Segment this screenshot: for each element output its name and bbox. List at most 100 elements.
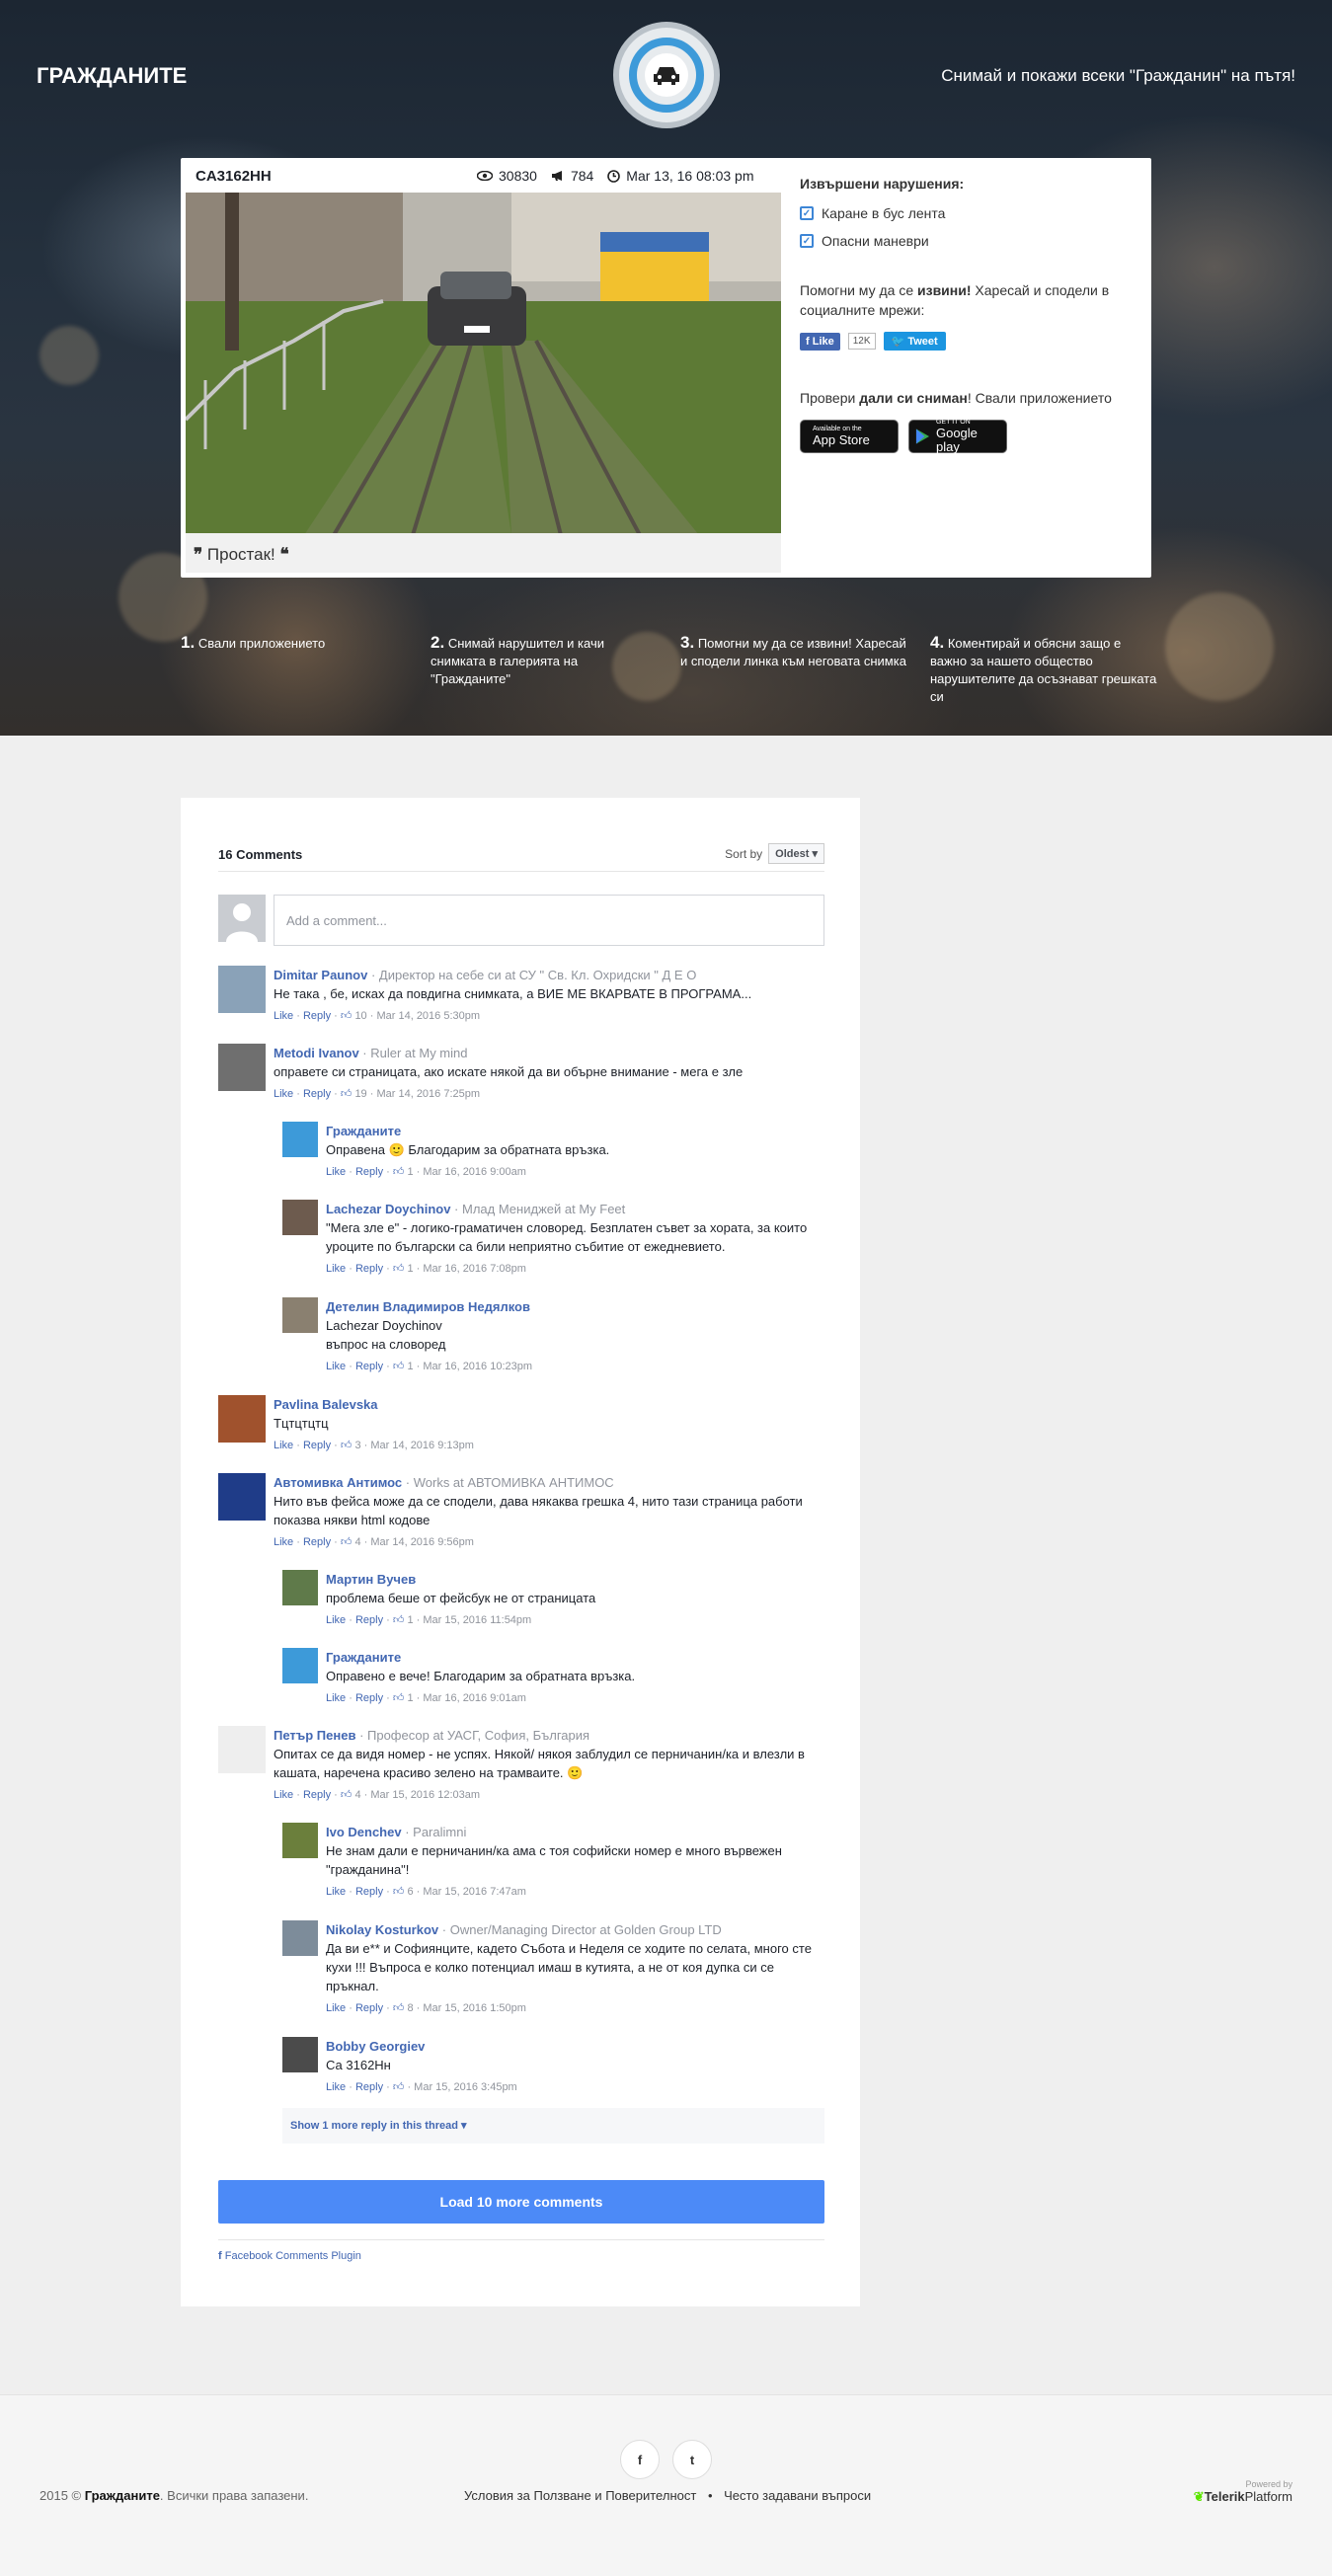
reply-link[interactable]: Reply — [303, 1088, 331, 1100]
commenter-avatar[interactable] — [282, 1570, 318, 1605]
thumbs-up-icon: 👍︎ — [392, 1692, 405, 1704]
reply-link[interactable]: Reply — [355, 2081, 383, 2093]
reply-link[interactable]: Reply — [355, 1166, 383, 1178]
commenter-avatar[interactable] — [282, 1823, 318, 1858]
sort-label: Sort by — [725, 846, 763, 861]
like-link[interactable]: Like — [274, 1789, 293, 1801]
like-link[interactable]: Like — [326, 1886, 346, 1898]
commenter-name[interactable]: Bobby Georgiev — [326, 2039, 425, 2054]
like-link[interactable]: Like — [326, 1614, 346, 1626]
copyright-pre: 2015 © — [39, 2488, 85, 2503]
reply-link[interactable]: Reply — [303, 1010, 331, 1022]
like-link[interactable]: Like — [326, 1263, 346, 1275]
violation-label: Опасни маневри — [822, 233, 929, 249]
facebook-icon: f — [218, 2250, 222, 2262]
show-more-replies-link[interactable]: Show 1 more reply in this thread ▾ — [282, 2108, 824, 2144]
commenter-subtitle: · Paralimni — [401, 1825, 467, 1839]
reply-link[interactable]: Reply — [355, 1886, 383, 1898]
facebook-like-button[interactable]: f Like — [800, 332, 840, 351]
commenter-avatar[interactable] — [282, 1200, 318, 1235]
step-item: 4. Коментирай и обясни защо е важно за н… — [930, 634, 1157, 706]
like-count: 4 — [354, 1536, 361, 1548]
load-more-comments-button[interactable]: Load 10 more comments — [218, 2180, 824, 2224]
step-text: Коментирай и обясни защо е важно за наше… — [930, 636, 1157, 704]
commenter-avatar[interactable] — [218, 1726, 266, 1773]
terms-link[interactable]: Условия за Ползване и Поверителност — [464, 2488, 696, 2503]
commenter-name[interactable]: Мартин Вучев — [326, 1572, 416, 1587]
commenter-name[interactable]: Детелин Владимиров Недялков — [326, 1299, 530, 1314]
like-link[interactable]: Like — [274, 1536, 293, 1548]
commenter-name[interactable]: Автомивка Антимос — [274, 1475, 402, 1490]
comments-header: 16 Comments Sort by Oldest ▾ — [218, 837, 824, 872]
check-text-post: ! Свали приложението — [967, 390, 1112, 406]
comment-meta: Like · Reply · 👍︎ 19 · Mar 14, 2016 7:25… — [274, 1088, 481, 1100]
thumbs-up-icon: 👍︎ — [392, 1361, 405, 1372]
reply-link[interactable]: Reply — [303, 1440, 331, 1451]
commenter-name[interactable]: Dimitar Paunov — [274, 968, 367, 982]
commenter-avatar[interactable] — [282, 1920, 318, 1956]
logo[interactable] — [613, 22, 720, 128]
app-store-button[interactable]: Available on the App Store — [800, 420, 899, 453]
reply-link[interactable]: Reply — [355, 1263, 383, 1275]
commenter-avatar[interactable] — [282, 1297, 318, 1333]
like-count: 1 — [407, 1692, 414, 1704]
like-link[interactable]: Like — [326, 2002, 346, 2014]
comment-meta: Like · Reply · 👍︎ 3 · Mar 14, 2016 9:13p… — [274, 1440, 474, 1451]
checkbox-icon: ✓ — [800, 234, 814, 248]
add-comment-input[interactable]: Add a comment... — [274, 895, 824, 946]
twitter-social-button[interactable]: t — [672, 2440, 712, 2479]
commenter-name[interactable]: Pavlina Balevska — [274, 1397, 378, 1412]
commenter-avatar[interactable] — [218, 1473, 266, 1521]
facebook-social-button[interactable]: f — [620, 2440, 660, 2479]
bokeh-light — [39, 326, 99, 385]
reply-link[interactable]: Reply — [355, 1614, 383, 1626]
like-count: 4 — [354, 1789, 361, 1801]
like-link[interactable]: Like — [326, 1166, 346, 1178]
comment-body: Автомивка Антимос · Works at АВТОМИВКА А… — [274, 1473, 824, 1552]
commenter-name[interactable]: Петър Пенев — [274, 1728, 355, 1743]
commenter-subtitle: · Ruler at My mind — [358, 1046, 468, 1060]
commenter-avatar[interactable] — [282, 1648, 318, 1683]
step-number: 4. — [930, 633, 945, 652]
commenter-avatar[interactable] — [282, 1122, 318, 1157]
sort-control: Sort by Oldest ▾ — [725, 843, 824, 864]
tweet-button[interactable]: 🐦 Tweet — [883, 332, 946, 351]
like-link[interactable]: Like — [326, 1361, 346, 1372]
like-link[interactable]: Like — [326, 1692, 346, 1704]
comment-body: Dimitar Paunov · Директор на себе си at … — [274, 966, 824, 1026]
commenter-name[interactable]: Гражданите — [326, 1124, 401, 1138]
comment-date: · Mar 14, 2016 7:25pm — [369, 1088, 481, 1100]
show-more-label: Show 1 more reply in this thread — [290, 2120, 458, 2132]
commenter-avatar[interactable] — [218, 1044, 266, 1091]
like-link[interactable]: Like — [326, 2081, 346, 2093]
like-link[interactable]: Like — [274, 1010, 293, 1022]
reply-link[interactable]: Reply — [355, 1692, 383, 1704]
reply-link[interactable]: Reply — [355, 2002, 383, 2014]
commenter-name[interactable]: Nikolay Kosturkov — [326, 1922, 438, 1937]
copyright: 2015 © Гражданите. Всички права запазени… — [39, 2488, 308, 2503]
like-link[interactable]: Like — [274, 1088, 293, 1100]
google-play-button[interactable]: GET IT ON Google play — [908, 419, 1007, 454]
reply-link[interactable]: Reply — [303, 1789, 331, 1801]
powered-by[interactable]: Powered by ❦TelerikPlatform — [1194, 2479, 1293, 2505]
brand-link[interactable]: ГРАЖДАНИТЕ — [37, 63, 187, 89]
comment-meta: Like · Reply · 👍︎ 6 · Mar 15, 2016 7:47a… — [326, 1886, 526, 1898]
sort-select[interactable]: Oldest ▾ — [768, 843, 824, 864]
like-link[interactable]: Like — [274, 1440, 293, 1451]
tweet-label: Tweet — [907, 336, 938, 348]
faq-link[interactable]: Често задавани въпроси — [724, 2488, 871, 2503]
commenter-name[interactable]: Гражданите — [326, 1650, 401, 1665]
commenter-name[interactable]: Metodi Ivanov — [274, 1046, 359, 1060]
step-number: 3. — [680, 633, 695, 652]
violation-photo[interactable] — [186, 193, 781, 535]
commenter-avatar[interactable] — [218, 1395, 266, 1443]
reply-link[interactable]: Reply — [303, 1536, 331, 1548]
comment-text: Да ви е** и Софиянците, кадето Събота и … — [326, 1941, 812, 1993]
commenter-avatar[interactable] — [218, 966, 266, 1013]
platform-label: Platform — [1244, 2489, 1293, 2504]
commenter-avatar[interactable] — [282, 2037, 318, 2072]
reply-link[interactable]: Reply — [355, 1361, 383, 1372]
commenter-name[interactable]: Ivo Denchev — [326, 1825, 402, 1839]
commenter-name[interactable]: Lachezar Doychinov — [326, 1202, 450, 1216]
facebook-comments-plugin-link[interactable]: f Facebook Comments Plugin — [218, 2239, 824, 2262]
